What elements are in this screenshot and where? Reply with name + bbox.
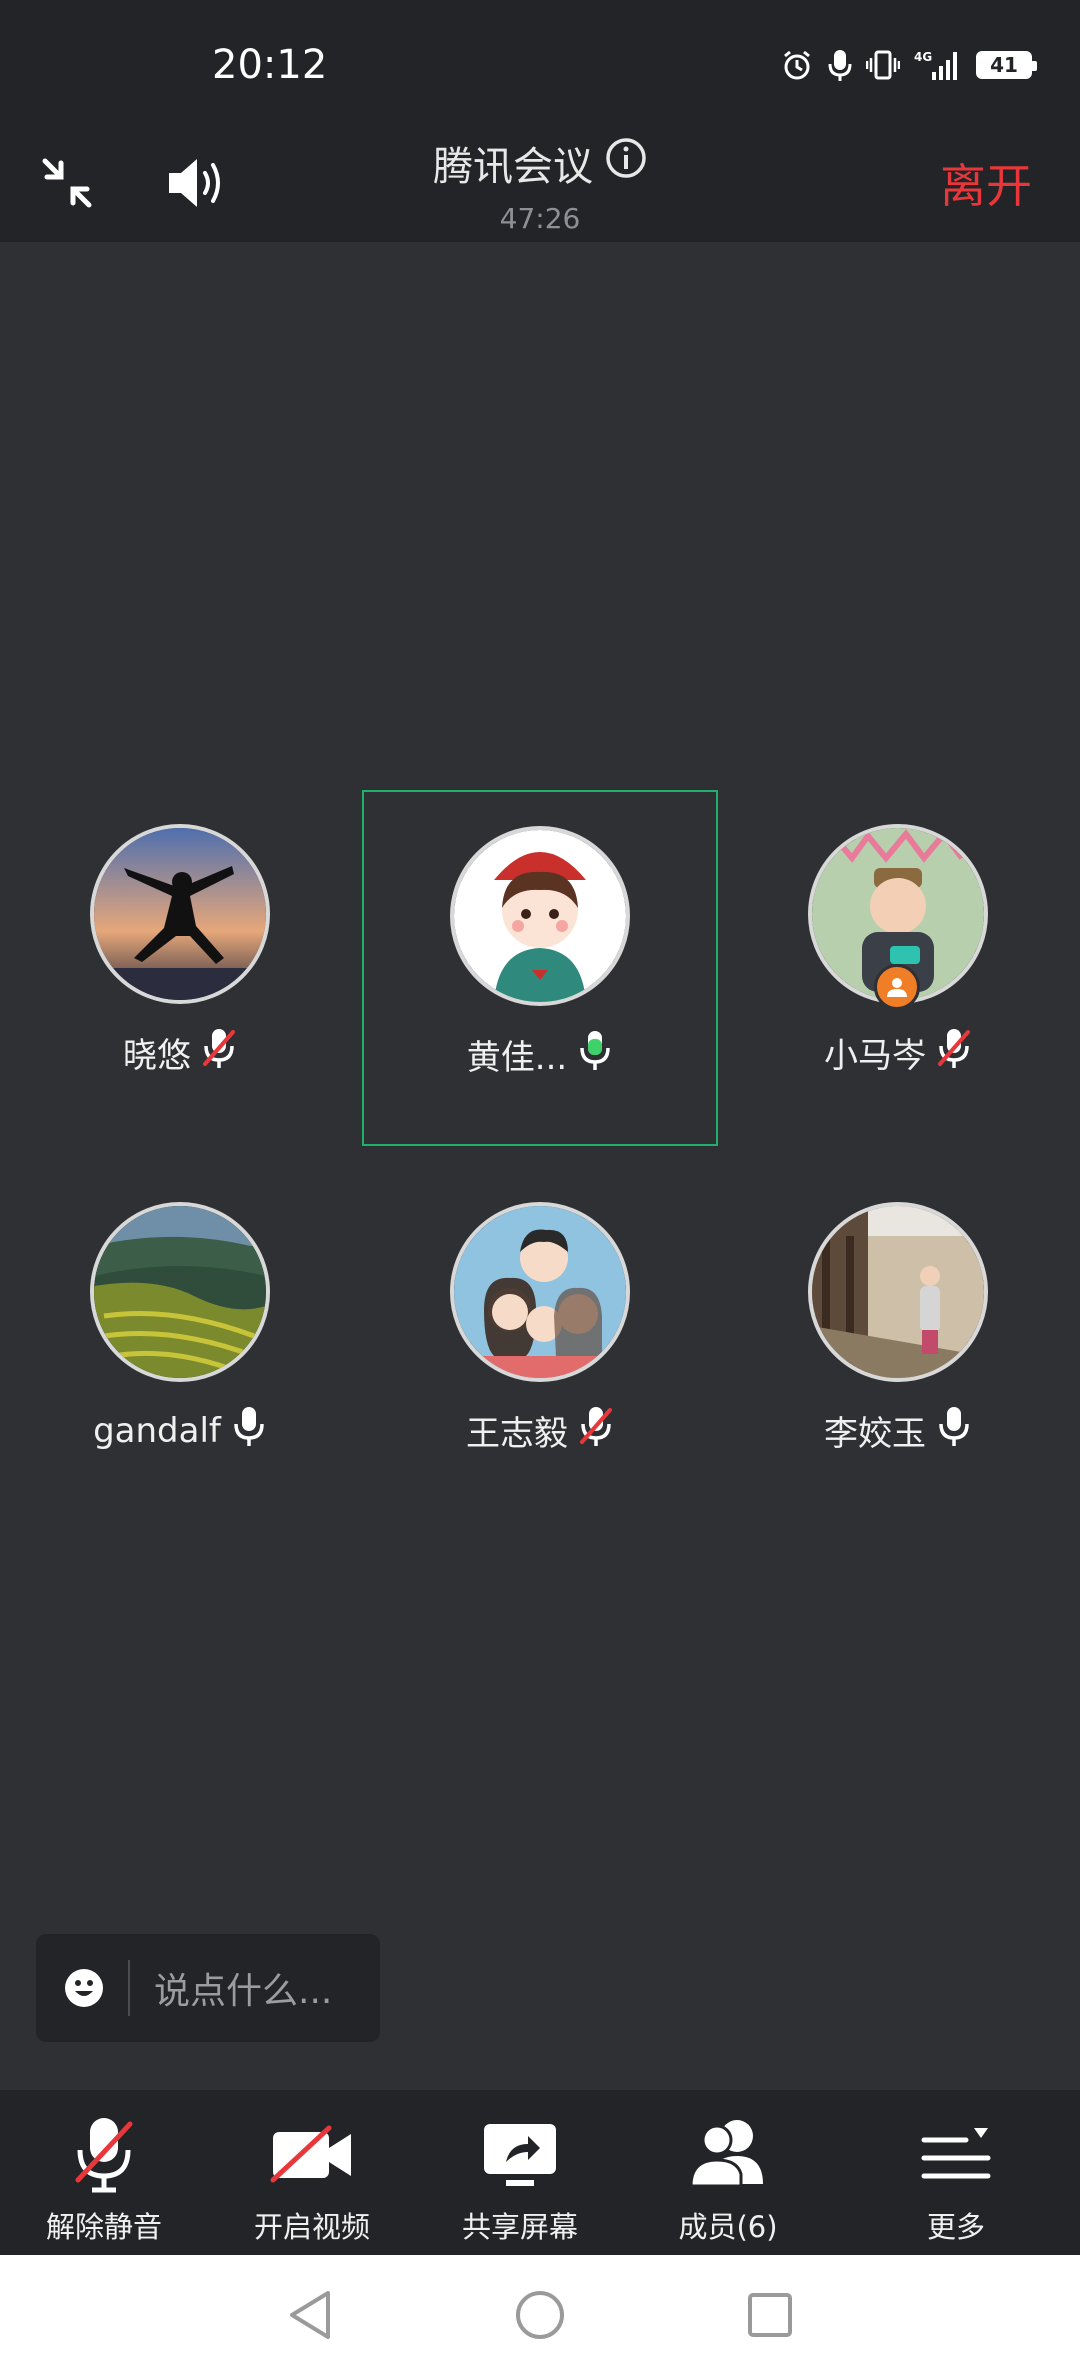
meeting-header: 腾讯会议 47:26 离开 [0, 130, 1080, 242]
more-menu-icon [920, 2114, 992, 2194]
chat-input-bar[interactable]: 说点什么... [36, 1934, 380, 2042]
battery-icon: 41 [976, 51, 1037, 79]
mic-muted-icon [936, 1026, 972, 1079]
share-screen-button[interactable]: 共享屏幕 [430, 2114, 610, 2246]
back-icon[interactable] [278, 2283, 342, 2347]
share-screen-label: 共享屏幕 [461, 2210, 578, 2244]
title-area: 腾讯会议 47:26 [0, 134, 1080, 235]
participant-name-row: gandalf [93, 1404, 267, 1457]
status-icons: 4G 41 [780, 48, 1037, 82]
status-time: 20:12 [212, 42, 328, 88]
participant-name: 小马岑 [824, 1036, 926, 1076]
unmute-label: 解除静音 [45, 2210, 162, 2244]
meeting-title[interactable]: 腾讯会议 [433, 134, 647, 192]
participant-name: 晓悠 [123, 1036, 191, 1076]
avatar-wrap [808, 824, 988, 1010]
chat-divider [128, 1960, 130, 2016]
leave-button[interactable]: 离开 [940, 150, 1032, 216]
participant-name: 王志毅 [466, 1414, 568, 1454]
participant-tile[interactable]: 王志毅 [362, 1168, 718, 1524]
avatar [450, 826, 630, 1006]
recents-icon[interactable] [738, 2283, 802, 2347]
mic-muted-icon [578, 1404, 614, 1457]
participant-name-row: 小马岑 [824, 1026, 972, 1079]
members-label: 成员(6) [678, 2210, 778, 2244]
participant-tile-active[interactable]: 黄佳... [362, 790, 718, 1146]
mic-icon [828, 48, 852, 82]
host-badge [874, 964, 920, 1010]
participant-tile[interactable]: 晓悠 [2, 790, 358, 1146]
svg-text:4G: 4G [914, 50, 932, 64]
chat-input[interactable]: 说点什么... [154, 1962, 332, 2014]
meeting-screen: 20:12 4G 41 腾讯会议 47:26 离开 晓悠 黄佳... 小马岑 g… [0, 0, 1080, 2376]
mic-icon [231, 1404, 267, 1457]
meeting-timer: 47:26 [499, 202, 581, 235]
start-video-button[interactable]: 开启视频 [222, 2114, 402, 2246]
system-nav-bar [0, 2255, 1080, 2376]
video-off-icon [269, 2114, 355, 2194]
alarm-icon [780, 48, 814, 82]
vibrate-icon [866, 48, 900, 82]
mic-speaking-icon [577, 1028, 613, 1081]
emoji-icon[interactable] [64, 1968, 104, 2008]
participant-name: 黄佳... [466, 1038, 568, 1078]
participant-tile[interactable]: 小马岑 [720, 790, 1076, 1146]
start-video-label: 开启视频 [253, 2210, 370, 2244]
more-label: 更多 [926, 2210, 985, 2244]
avatar [450, 1202, 630, 1382]
participant-name-row: 王志毅 [466, 1404, 614, 1457]
share-screen-icon [482, 2114, 558, 2194]
avatar [808, 1202, 988, 1382]
participant-tile[interactable]: 李姣玉 [720, 1168, 1076, 1524]
avatar [90, 1202, 270, 1382]
participant-name-row: 晓悠 [123, 1026, 237, 1079]
mic-muted-icon [201, 1026, 237, 1079]
members-icon [687, 2114, 769, 2194]
participant-tile[interactable]: gandalf [2, 1168, 358, 1524]
status-bar: 20:12 4G 41 [0, 0, 1080, 130]
unmute-button[interactable]: 解除静音 [14, 2114, 194, 2246]
signal-icon: 4G [914, 48, 962, 82]
participant-name: gandalf [93, 1410, 221, 1451]
members-button[interactable]: 成员(6) [638, 2114, 818, 2246]
participant-name-row: 李姣玉 [824, 1404, 972, 1457]
participant-name: 李姣玉 [824, 1414, 926, 1454]
meeting-title-text: 腾讯会议 [433, 144, 593, 190]
more-button[interactable]: 更多 [866, 2114, 1046, 2246]
meeting-toolbar: 解除静音 开启视频 共享屏幕 成员(6) 更多 [0, 2090, 1080, 2255]
info-icon[interactable] [605, 137, 647, 189]
participant-name-row: 黄佳... [467, 1028, 613, 1081]
home-icon[interactable] [508, 2283, 572, 2347]
avatar [90, 824, 270, 1004]
mic-off-icon [72, 2114, 136, 2194]
mic-icon [936, 1404, 972, 1457]
